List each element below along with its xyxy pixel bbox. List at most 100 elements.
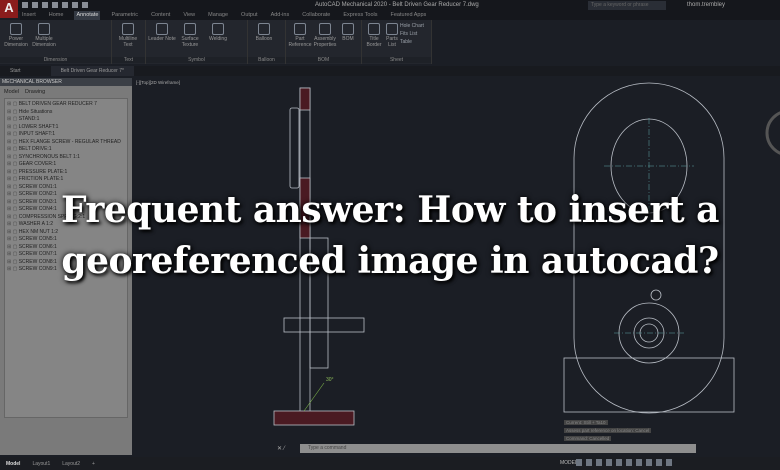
tab-home[interactable]: Home bbox=[47, 11, 66, 20]
close-command-icon[interactable]: ✕ ⁄ bbox=[277, 445, 285, 452]
panel-dimension: Power Dimension Multiple Dimension Dimens… bbox=[0, 20, 112, 64]
panel-title: BOM bbox=[286, 57, 361, 63]
search-input[interactable]: Type a keyword or phrase bbox=[588, 1, 666, 10]
tab-add-ins[interactable]: Add-ins bbox=[269, 11, 292, 20]
welding-button[interactable]: Welding bbox=[204, 22, 232, 42]
panel-sheet: Title Border Parts List Hole Chart Fits Lis… bbox=[362, 20, 432, 64]
multiline-text-button[interactable]: Multiline Text bbox=[114, 22, 142, 48]
tree-item[interactable]: GEAR COVER:1 bbox=[7, 161, 125, 169]
panel-symbol: Leader Note Surface Texture Welding Symbol bbox=[146, 20, 248, 64]
bom-button[interactable]: BOM bbox=[338, 22, 358, 42]
parts-list-icon bbox=[386, 23, 398, 35]
ribbon-tabs: Insert Home Annotate Parametric Content … bbox=[20, 11, 780, 20]
title-border-icon bbox=[368, 23, 380, 35]
command-history-line: Command: Cancelled bbox=[564, 436, 612, 441]
tab-collaborate[interactable]: Collaborate bbox=[300, 11, 332, 20]
tree-item[interactable]: BELT DRIVE:1 bbox=[7, 146, 125, 154]
tree-item[interactable]: STAND:1 bbox=[7, 116, 125, 124]
browser-header: MECHANICAL BROWSER bbox=[0, 78, 132, 86]
tab-start[interactable]: Start bbox=[0, 66, 31, 76]
assembly-properties-button[interactable]: Assembly Properties bbox=[312, 22, 338, 48]
fits-list-button[interactable]: Fits List bbox=[400, 30, 424, 38]
leader-icon bbox=[156, 23, 168, 35]
surface-texture-button[interactable]: Surface Texture bbox=[176, 22, 204, 48]
headline-line-1: Frequent answer: How to insert a bbox=[60, 189, 720, 231]
ortho-icon[interactable] bbox=[596, 459, 602, 466]
hole-chart-button[interactable]: Hole Chart bbox=[400, 22, 424, 30]
print-icon[interactable] bbox=[62, 2, 68, 8]
bom-icon bbox=[342, 23, 354, 35]
tree-item[interactable]: FRICTION PLATE:1 bbox=[7, 176, 125, 184]
new-icon[interactable] bbox=[22, 2, 28, 8]
status-icons bbox=[576, 459, 672, 466]
command-input[interactable]: Type a command bbox=[300, 444, 696, 453]
tree-item[interactable]: PRESSURE PLATE:1 bbox=[7, 169, 125, 177]
leader-note-button[interactable]: Leader Note bbox=[148, 22, 176, 42]
app-logo[interactable]: A bbox=[0, 0, 18, 18]
tab-model[interactable]: Model bbox=[4, 89, 19, 95]
tree-item[interactable]: SYNCHRONOUS BELT 1:1 bbox=[7, 154, 125, 162]
panel-title: Sheet bbox=[362, 57, 431, 63]
polar-icon[interactable] bbox=[606, 459, 612, 466]
tab-manage[interactable]: Manage bbox=[206, 11, 230, 20]
panel-title: Symbol bbox=[146, 57, 247, 63]
viewport-label[interactable]: [-][Top][2D Wireframe] bbox=[136, 80, 180, 85]
angle-annotation: 30° bbox=[326, 377, 334, 383]
layout-tab-layout1[interactable]: Layout1 bbox=[26, 461, 56, 467]
panel-bom: Part Reference Assembly Properties BOM BOM bbox=[286, 20, 362, 64]
part-reference-button[interactable]: Part Reference bbox=[288, 22, 312, 48]
command-history-line: Assess part reference on location: Cance… bbox=[564, 428, 652, 433]
tab-output[interactable]: Output bbox=[239, 11, 260, 20]
assembly-icon bbox=[319, 23, 331, 35]
tab-annotate[interactable]: Annotate bbox=[74, 11, 101, 20]
tab-parametric[interactable]: Parametric bbox=[109, 11, 140, 20]
tab-drawing-browser[interactable]: Drawing bbox=[25, 89, 45, 95]
snap-icon[interactable] bbox=[586, 459, 592, 466]
document-tabs: Start Belt Driven Gear Reducer 7* bbox=[0, 66, 780, 76]
tab-content[interactable]: Content bbox=[149, 11, 172, 20]
pulley-outline bbox=[289, 107, 300, 189]
balloon-button[interactable]: Balloon bbox=[250, 22, 278, 42]
multiple-dimension-button[interactable]: Multiple Dimension bbox=[30, 22, 58, 48]
command-history-line: Current: Still + Ta10 bbox=[564, 420, 608, 425]
transparency-icon[interactable] bbox=[636, 459, 642, 466]
save-icon[interactable] bbox=[42, 2, 48, 8]
grid-icon[interactable] bbox=[576, 459, 582, 466]
redo-icon[interactable] bbox=[82, 2, 88, 8]
layout-tab-layout2[interactable]: Layout2 bbox=[56, 461, 86, 467]
user-menu[interactable]: thom.trembley bbox=[687, 2, 725, 8]
tab-drawing[interactable]: Belt Driven Gear Reducer 7* bbox=[50, 66, 134, 76]
save-as-icon[interactable] bbox=[52, 2, 58, 8]
panel-text: Multiline Text Text bbox=[112, 20, 146, 64]
panel-title: Dimension bbox=[0, 57, 111, 63]
welding-icon bbox=[212, 23, 224, 35]
undo-icon[interactable] bbox=[72, 2, 78, 8]
viewcube-icon bbox=[765, 111, 780, 155]
quick-access-toolbar bbox=[22, 2, 88, 8]
tree-item[interactable]: LOWER SHAFT:1 bbox=[7, 124, 125, 132]
parts-list-button[interactable]: Parts List bbox=[384, 22, 400, 48]
tree-item[interactable]: INPUT SHAFT:1 bbox=[7, 131, 125, 139]
title-bar: A AutoCAD Mechanical 2020 - Belt Driven … bbox=[0, 0, 780, 18]
text-icon bbox=[122, 23, 134, 35]
panel-title: Balloon bbox=[248, 57, 285, 63]
workspace-icon[interactable] bbox=[656, 459, 662, 466]
add-layout-button[interactable]: + bbox=[86, 461, 101, 467]
power-dimension-button[interactable]: Power Dimension bbox=[2, 22, 30, 48]
tree-item[interactable]: Hide Situations bbox=[7, 109, 125, 117]
layout-tab-model[interactable]: Model bbox=[0, 461, 26, 467]
customize-icon[interactable] bbox=[666, 459, 672, 466]
tree-item[interactable]: HEX FLANGE SCREW - REGULAR THREAD bbox=[7, 139, 125, 147]
title-border-button[interactable]: Title Border bbox=[364, 22, 384, 48]
tab-featured-apps[interactable]: Featured Apps bbox=[389, 11, 429, 20]
panel-balloon: Balloon Balloon bbox=[248, 20, 286, 64]
lineweight-icon[interactable] bbox=[626, 459, 632, 466]
tab-view[interactable]: View bbox=[181, 11, 197, 20]
tree-item[interactable]: BELT DRIVEN GEAR REDUCER 7 bbox=[7, 101, 125, 109]
table-button[interactable]: Table bbox=[400, 38, 424, 46]
annotation-scale-icon[interactable] bbox=[646, 459, 652, 466]
tab-express-tools[interactable]: Express Tools bbox=[341, 11, 379, 20]
open-icon[interactable] bbox=[32, 2, 38, 8]
osnap-icon[interactable] bbox=[616, 459, 622, 466]
tab-insert[interactable]: Insert bbox=[20, 11, 38, 20]
